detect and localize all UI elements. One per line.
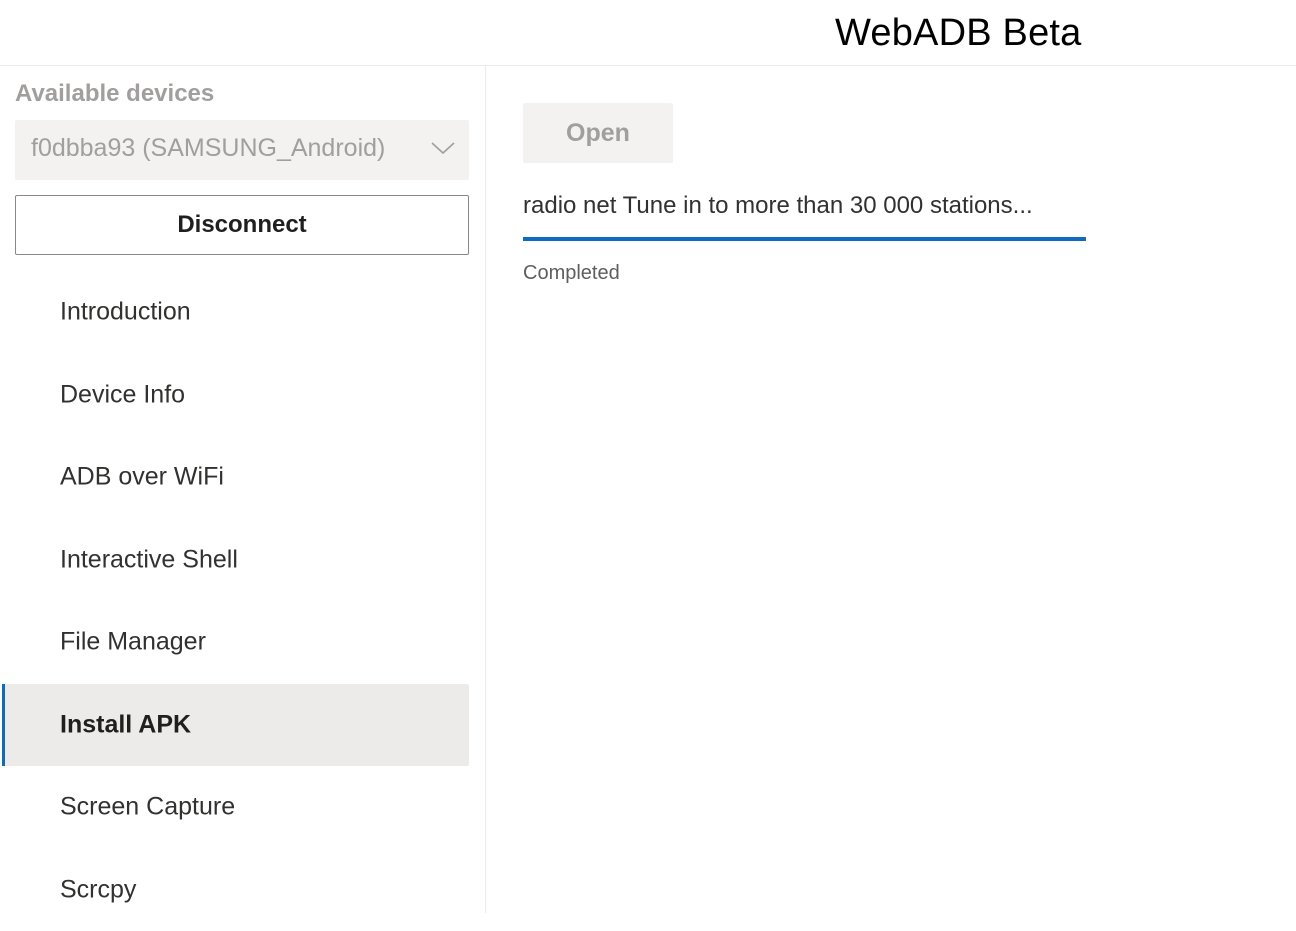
apk-file-name: radio net Tune in to more than 30 000 st…	[523, 192, 1033, 220]
sidebar-item-label: Install APK	[60, 710, 191, 739]
device-select[interactable]: f0dbba93 (SAMSUNG_Android)	[15, 120, 469, 180]
sidebar-item-install-apk[interactable]: Install APK	[3, 684, 469, 767]
app-header: WebADB Beta	[0, 0, 1296, 66]
available-devices-label: Available devices	[15, 80, 214, 108]
main-content: Open radio net Tune in to more than 30 0…	[486, 66, 1296, 913]
sidebar-item-file-manager[interactable]: File Manager	[3, 601, 469, 684]
install-progress-bar	[523, 237, 1086, 241]
disconnect-button[interactable]: Disconnect	[15, 195, 469, 255]
sidebar-item-label: Scrcpy	[60, 875, 136, 904]
install-status: Completed	[523, 262, 620, 285]
app-title: WebADB Beta	[835, 12, 1082, 55]
sidebar-item-device-info[interactable]: Device Info	[3, 354, 469, 437]
sidebar-item-label: ADB over WiFi	[60, 463, 224, 492]
sidebar-item-interactive-shell[interactable]: Interactive Shell	[3, 519, 469, 602]
sidebar-item-introduction[interactable]: Introduction	[3, 271, 469, 354]
sidebar-item-label: File Manager	[60, 628, 206, 657]
sidebar-item-label: Screen Capture	[60, 793, 235, 822]
sidebar-item-label: Device Info	[60, 380, 185, 409]
install-progress-fill	[523, 237, 1086, 241]
sidebar-item-adb-over-wifi[interactable]: ADB over WiFi	[3, 436, 469, 519]
sidebar-item-label: Introduction	[60, 298, 191, 327]
open-button[interactable]: Open	[523, 103, 673, 163]
sidebar-item-label: Interactive Shell	[60, 545, 238, 574]
sidebar-item-scrcpy[interactable]: Scrcpy	[3, 849, 469, 931]
sidebar-item-screen-capture[interactable]: Screen Capture	[3, 766, 469, 849]
sidebar: Available devices f0dbba93 (SAMSUNG_Andr…	[0, 66, 486, 913]
chevron-down-icon	[431, 140, 455, 156]
sidebar-nav: Introduction Device Info ADB over WiFi I…	[0, 271, 470, 931]
device-select-value: f0dbba93 (SAMSUNG_Android)	[31, 134, 385, 163]
